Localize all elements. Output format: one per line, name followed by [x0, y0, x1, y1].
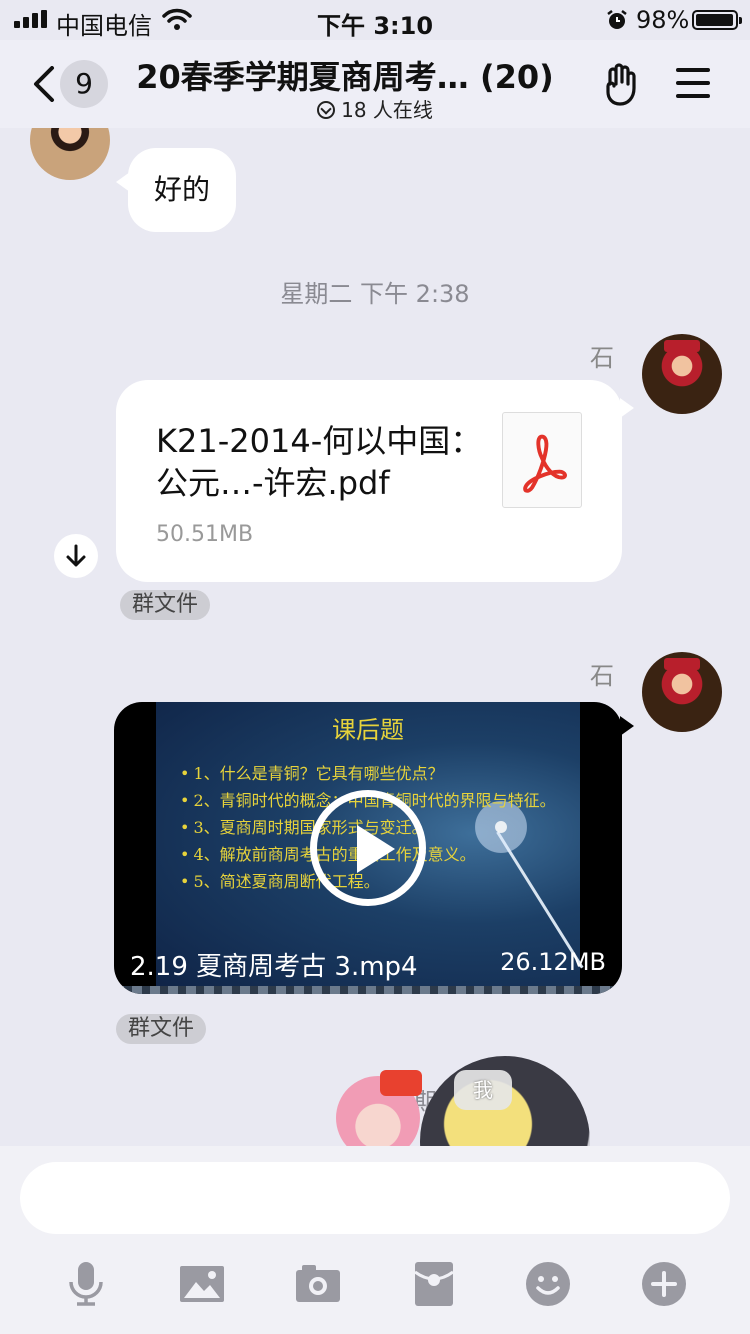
video-file-size: 26.12MB — [500, 948, 606, 976]
video-thumbnail-strip — [114, 986, 622, 994]
my-avatar[interactable] — [642, 652, 722, 732]
video-message-bubble[interactable]: 课后题 1、什么是青铜？它具有哪些优点？ 2、青铜时代的概念；中国青铜时代的界限… — [114, 702, 622, 994]
group-file-tag: 群文件 — [120, 590, 211, 620]
arrow-down-icon — [66, 544, 86, 567]
chat-header: 9 20春季学期夏商周考… (20) 18 人在线 — [0, 40, 750, 128]
hand-gesture-icon[interactable] — [602, 62, 646, 108]
input-bar — [0, 1146, 750, 1334]
chevron-down-icon — [317, 101, 336, 119]
microphone-icon[interactable] — [62, 1260, 110, 1308]
battery-fill — [696, 14, 734, 26]
download-button[interactable] — [54, 534, 98, 578]
sender-name: 石 — [590, 344, 614, 372]
battery-percent: 98% — [636, 6, 690, 34]
online-count-label: 18 人在线 — [341, 98, 433, 122]
sender-avatar[interactable] — [30, 128, 110, 180]
slide-title: 课后题 — [332, 716, 404, 744]
camera-icon[interactable] — [294, 1260, 342, 1308]
emoji-icon[interactable] — [524, 1260, 572, 1308]
plus-icon[interactable] — [640, 1260, 688, 1308]
file-size: 50.51MB — [156, 522, 254, 547]
file-message-bubble[interactable]: K21-2014-何以中国：公元…-许宏.pdf 50.51MB — [116, 380, 622, 582]
group-file-tag: 群文件 — [116, 1014, 207, 1044]
me-badge: 我 — [454, 1070, 512, 1110]
sender-name: 石 — [590, 662, 614, 690]
video-file-name: 2.19 夏商周考古 3.mp4 — [130, 952, 418, 982]
menu-button[interactable] — [676, 66, 710, 100]
alarm-icon — [607, 10, 627, 29]
slide-line: 1、什么是青铜？它具有哪些优点？ — [180, 760, 560, 787]
bubble-tail — [620, 398, 634, 418]
message-timestamp: 星期二 下午 2:38 — [280, 280, 470, 308]
image-icon[interactable] — [178, 1260, 226, 1308]
play-icon[interactable] — [310, 790, 426, 906]
battery-icon — [692, 10, 742, 30]
bubble-tail — [620, 716, 634, 736]
status-bar: 中国电信 下午 3:10 98% — [0, 0, 750, 40]
group-title[interactable]: 20春季学期夏商周考… (20) — [120, 52, 570, 98]
text-message-bubble[interactable]: 好的 — [128, 148, 236, 232]
red-packet-icon[interactable] — [410, 1260, 458, 1308]
my-avatar[interactable] — [642, 334, 722, 414]
file-name: K21-2014-何以中国：公元…-许宏.pdf — [156, 422, 483, 502]
message-list[interactable]: 好的 星期二 下午 2:38 石 K21-2014-何以中国：公元…-许宏.pd… — [0, 128, 750, 1146]
pdf-file-icon — [502, 412, 582, 508]
message-input[interactable] — [20, 1162, 730, 1234]
